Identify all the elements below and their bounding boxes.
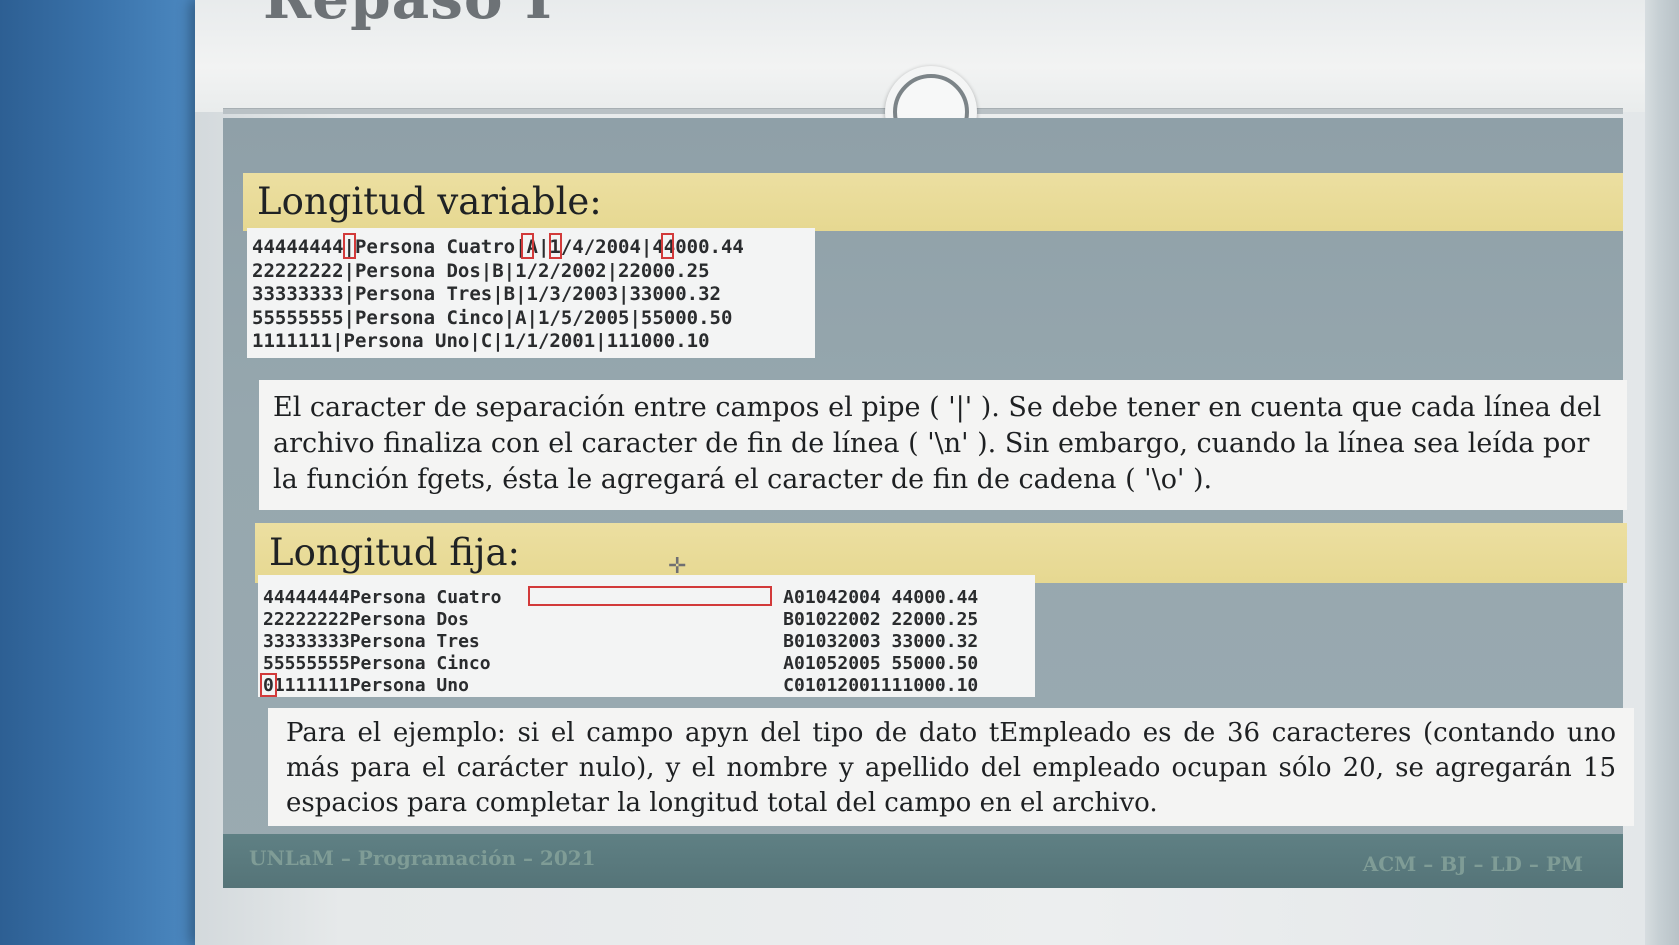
code-line: 01111111Persona Uno C01012001111000.10 (263, 675, 979, 696)
variable-length-heading: Longitud variable: (243, 173, 1623, 231)
slide-title: Repaso I (263, 0, 553, 32)
pipe-highlight (343, 233, 356, 259)
footer-course: UNLaM – Programación – 2021 (249, 846, 596, 870)
slide-header: Repaso I (195, 0, 1650, 158)
fixed-length-heading: Longitud fija: (255, 523, 1627, 583)
variable-length-explanation: El caracter de separación entre campos e… (259, 380, 1627, 510)
code-line: 55555555|Persona Cinco|A|1/5/2005|55000.… (252, 306, 733, 329)
code-line: 33333333Persona Tres B01032003 33000.32 (263, 631, 979, 652)
footer-authors: ACM – BJ – LD – PM (1362, 852, 1583, 876)
fixed-length-code: 44444444Persona Cuatro A01042004 44000.4… (258, 575, 1035, 697)
code-line: 55555555Persona Cinco A01052005 55000.50 (263, 653, 979, 674)
move-cursor-icon: ✛ (668, 554, 687, 579)
padding-highlight (528, 586, 772, 606)
explanation-text: Para el ejemplo: si el campo apyn del ti… (286, 718, 1616, 818)
pipe-highlight (549, 233, 562, 259)
variable-length-code: 44444444|Persona Cuatro|A|1/4/2004|44000… (247, 228, 815, 358)
zero-highlight (260, 673, 277, 697)
fixed-length-explanation: Para el ejemplo: si el campo apyn del ti… (268, 708, 1634, 826)
code-line: 22222222|Persona Dos|B|1/2/2002|22000.25 (252, 259, 710, 282)
pipe-highlight (661, 233, 674, 259)
code-line: 1111111|Persona Uno|C|1/1/2001|111000.10 (252, 330, 710, 352)
explanation-text: El caracter de separación entre campos e… (273, 392, 1602, 495)
slide: Repaso I Longitud variable: 44444444|Per… (195, 0, 1650, 945)
code-line: 22222222Persona Dos B01022002 22000.25 (263, 609, 979, 630)
monitor-bezel (1645, 0, 1679, 945)
code-line: 33333333|Persona Tres|B|1/3/2003|33000.3… (252, 283, 721, 305)
pipe-highlight (521, 233, 534, 259)
slide-footer: UNLaM – Programación – 2021 ACM – BJ – L… (223, 834, 1623, 888)
slide-content: Longitud variable: 44444444|Persona Cuat… (223, 118, 1634, 888)
